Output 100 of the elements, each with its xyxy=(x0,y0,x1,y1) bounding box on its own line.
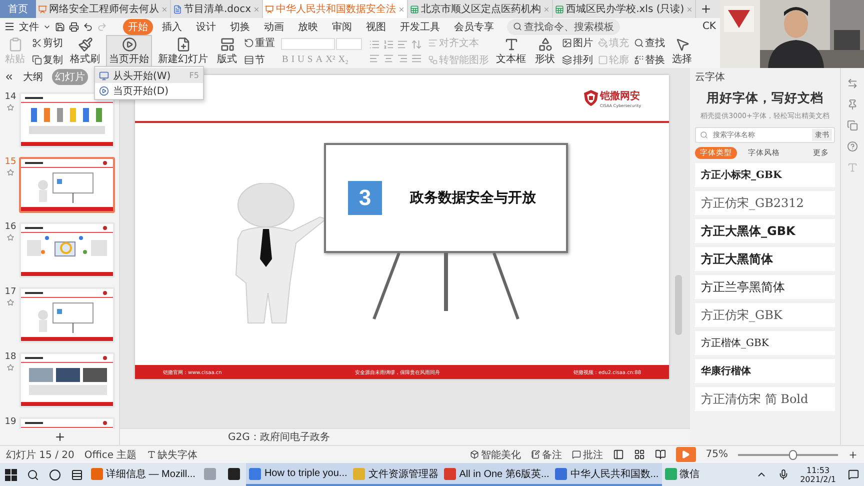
ribbon-button[interactable]: 复制 xyxy=(31,52,64,67)
font-item[interactable]: 方正清仿宋 简 Bold xyxy=(695,387,835,411)
ribbon-button[interactable]: 替换 xyxy=(633,52,666,67)
font-item[interactable]: 华康行楷体 xyxy=(695,359,835,383)
search-icon xyxy=(513,22,522,31)
document-tab[interactable]: 中华人民共和国数据安全法 xyxy=(263,0,408,18)
notes-button[interactable]: 备注 xyxy=(530,448,562,462)
font-item[interactable]: 方正大黑体_GBK xyxy=(695,219,835,243)
section-icon xyxy=(244,54,254,65)
close-icon[interactable] xyxy=(398,6,406,12)
copy-icon xyxy=(32,54,42,65)
paintbrush-icon xyxy=(78,37,92,52)
star-icon xyxy=(7,104,14,111)
font-item[interactable]: 方正小标宋_GBK xyxy=(695,163,835,187)
close-icon[interactable] xyxy=(543,6,550,12)
document-icon xyxy=(410,4,420,14)
ribbon-button[interactable]: 新建幻灯片 xyxy=(155,35,211,68)
normal-view-icon[interactable] xyxy=(612,449,624,460)
slide-counter: 幻灯片 15 / 20 xyxy=(6,448,74,462)
taskbar-app[interactable]: How to triple you... xyxy=(246,463,350,486)
font-name-field[interactable] xyxy=(281,38,335,50)
taskbar-app[interactable]: 中华人民共和国数... xyxy=(552,463,662,486)
font-item[interactable]: 方正仿宋_GBK xyxy=(695,303,835,327)
logo-text: 铠撒网安 xyxy=(600,89,641,102)
menu-item[interactable]: 当页开始(D) xyxy=(95,83,203,98)
ribbon-button[interactable]: 节 xyxy=(243,52,276,67)
ribbon-button[interactable]: 形状 xyxy=(532,35,558,68)
font-item[interactable]: 方正兰亭黑简体 xyxy=(695,275,835,299)
play-icon xyxy=(122,37,136,52)
font-item[interactable]: 方正楷体_GBK xyxy=(695,331,835,355)
scissors-icon xyxy=(32,38,42,48)
font-item[interactable]: 方正仿宋_GB2312 xyxy=(695,191,835,215)
font-item[interactable]: 方正大黑简体 xyxy=(695,247,835,271)
taskbar-app[interactable]: 文件资源管理器 xyxy=(350,463,442,486)
taskbar-app[interactable]: All in One 第6版英... xyxy=(441,463,552,486)
grid-view-icon[interactable] xyxy=(634,449,645,460)
account-badge[interactable]: CK xyxy=(702,21,716,32)
help-icon[interactable] xyxy=(847,141,858,152)
ribbon-button[interactable]: 文本框 xyxy=(493,35,529,68)
zoom-slider-thumb[interactable] xyxy=(789,450,797,460)
ribbon-tab[interactable]: 放映 xyxy=(293,18,323,34)
panel-tab[interactable]: 大纲 xyxy=(20,69,46,85)
pin-icon[interactable] xyxy=(847,99,858,110)
beautify-button[interactable]: 智能美化 xyxy=(470,448,521,462)
ribbon-tab[interactable]: 审阅 xyxy=(327,18,357,34)
print-icon[interactable] xyxy=(69,22,79,32)
speaker-notes[interactable]: G2G：政府间电子政务 xyxy=(228,430,330,444)
ribbon-button[interactable]: 查找 xyxy=(633,36,666,50)
ribbon-button[interactable]: 当页开始 xyxy=(106,35,152,68)
undo-icon[interactable] xyxy=(83,22,93,32)
file-menu[interactable]: 文件 xyxy=(19,20,39,34)
shield-logo-icon xyxy=(584,90,598,106)
ribbon-tab[interactable]: 动画 xyxy=(259,18,289,34)
ribbon-tab[interactable]: 开发工具 xyxy=(395,18,445,34)
document-icon xyxy=(265,4,274,14)
ribbon-tab[interactable]: 视图 xyxy=(361,18,391,34)
theme-label[interactable]: Office 主题 xyxy=(84,448,137,462)
pointer-icon xyxy=(674,37,690,52)
ribbon-button[interactable]: 排列 xyxy=(561,52,594,67)
copy-icon[interactable] xyxy=(847,120,858,131)
ribbon-button[interactable]: 格式刷 xyxy=(67,35,103,68)
close-icon[interactable] xyxy=(686,6,694,12)
zoom-in-icon[interactable] xyxy=(848,450,858,460)
taskbar-app[interactable]: 详细信息 — Mozill... xyxy=(88,463,198,486)
play-button[interactable] xyxy=(676,447,696,462)
ribbon-tab[interactable]: 设计 xyxy=(191,18,221,34)
ribbon-button[interactable]: 图片 xyxy=(561,36,594,50)
ribbon-button[interactable]: 选择 xyxy=(669,35,695,68)
slide-number: 14 xyxy=(4,92,16,102)
taskbar-app[interactable]: 微信 xyxy=(662,463,703,486)
save-icon[interactable] xyxy=(55,22,65,32)
star-icon xyxy=(7,364,14,371)
ribbon-button[interactable]: 版式 xyxy=(214,35,240,68)
ribbon-button[interactable]: 剪切 xyxy=(31,36,64,50)
ribbon-tab[interactable]: 插入 xyxy=(157,18,187,34)
monitor-icon xyxy=(99,70,109,80)
comments-button[interactable]: 批注 xyxy=(572,448,603,462)
missing-fonts-button[interactable]: 缺失字体 xyxy=(146,448,198,462)
ribbon-tab[interactable]: 会员专享 xyxy=(449,18,499,34)
ribbon-tab[interactable]: 切换 xyxy=(225,18,255,34)
close-icon[interactable] xyxy=(253,6,260,12)
font-size-field[interactable] xyxy=(336,38,362,50)
microphone-icon xyxy=(778,469,789,480)
zoom-level: 75% xyxy=(706,449,728,460)
command-search-field[interactable]: 查找命令、搜索模板 xyxy=(507,18,620,34)
reading-view-icon[interactable] xyxy=(654,449,666,460)
scrollbar-thumb[interactable] xyxy=(675,275,682,335)
star-icon xyxy=(7,234,14,241)
add-slide-icon[interactable] xyxy=(54,431,66,443)
comment-icon xyxy=(572,450,581,459)
cube-icon xyxy=(470,450,479,459)
slide-thumbnail[interactable] xyxy=(19,157,115,213)
menu-item[interactable]: 从头开始(W) F5 xyxy=(95,68,203,83)
menu-icon[interactable] xyxy=(4,21,15,32)
search-icon xyxy=(27,468,39,480)
swap-icon[interactable] xyxy=(847,78,858,89)
collapse-icon[interactable] xyxy=(4,72,14,82)
ribbon-button[interactable]: 重置 xyxy=(243,36,276,50)
close-icon[interactable] xyxy=(161,6,168,12)
new-tab-icon[interactable] xyxy=(700,3,712,15)
